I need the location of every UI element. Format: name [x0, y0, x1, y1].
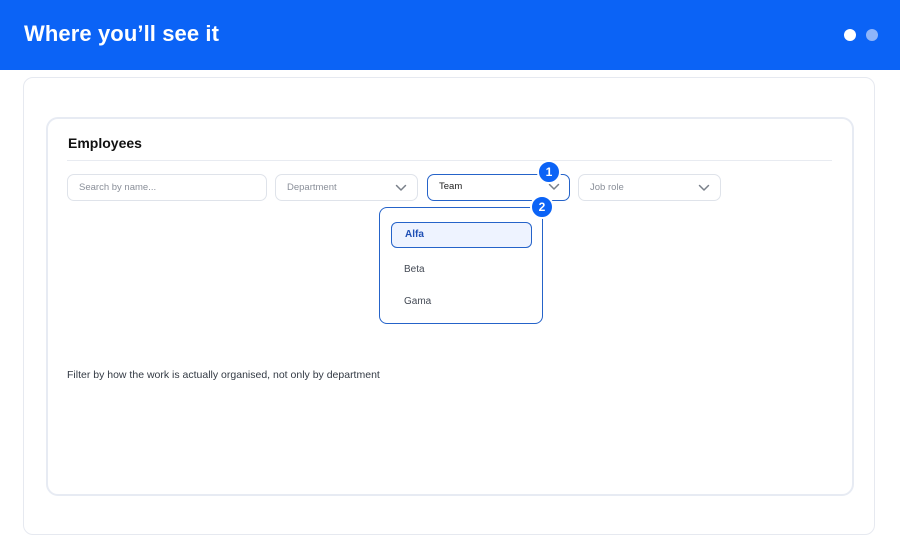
- team-select-label: Team: [439, 181, 463, 192]
- step-badge-2: 2: [530, 195, 554, 219]
- pagination-dot-inactive[interactable]: [866, 29, 878, 41]
- page-title: Where you’ll see it: [24, 21, 220, 46]
- card-title: Employees: [68, 135, 142, 151]
- header-bar: Where you’ll see it: [0, 0, 900, 70]
- dropdown-option-alfa[interactable]: Alfa: [391, 222, 532, 248]
- search-placeholder: Search by name...: [79, 182, 157, 193]
- department-select[interactable]: Department: [275, 174, 418, 201]
- helper-text: Filter by how the work is actually organ…: [67, 369, 380, 381]
- divider: [67, 160, 832, 161]
- dropdown-option-beta[interactable]: Beta: [391, 257, 532, 283]
- dropdown-option-gama[interactable]: Gama: [391, 289, 532, 315]
- department-select-label: Department: [287, 182, 337, 193]
- step-badge-1: 1: [537, 160, 561, 184]
- job-role-select-label: Job role: [590, 182, 624, 193]
- chevron-down-icon: [698, 184, 710, 191]
- team-dropdown-menu: Alfa Beta Gama: [379, 207, 543, 324]
- pagination-dot-active[interactable]: [844, 29, 856, 41]
- job-role-select[interactable]: Job role: [578, 174, 721, 201]
- search-input[interactable]: Search by name...: [67, 174, 267, 201]
- chevron-down-icon: [395, 184, 407, 191]
